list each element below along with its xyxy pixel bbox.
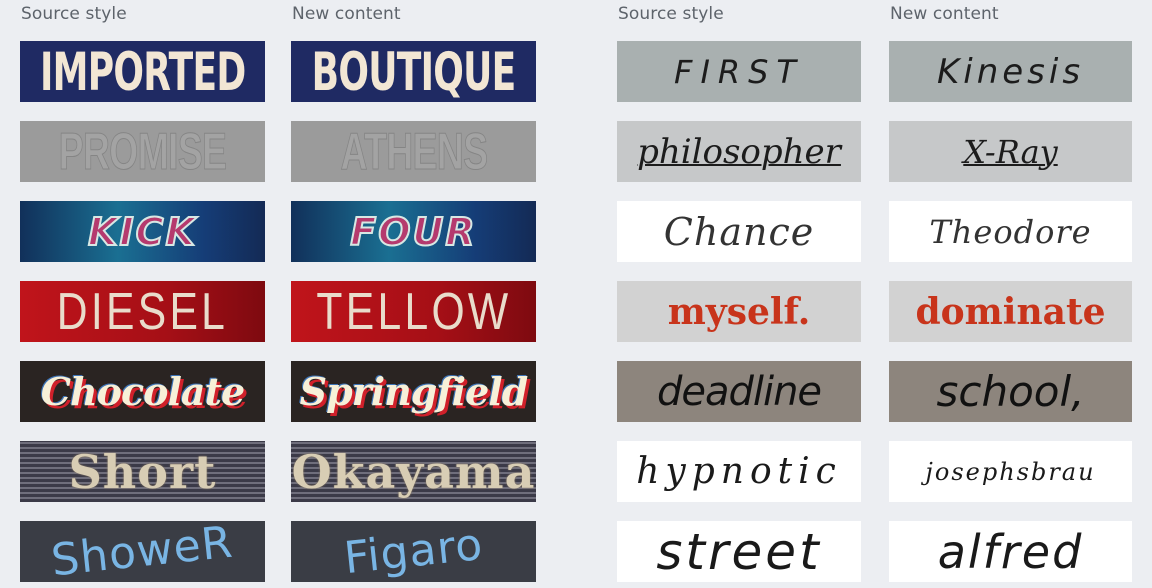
sample-image: PROMISE: [20, 121, 265, 182]
sample-image: Short: [20, 441, 265, 502]
generated-text: X-Ray: [963, 132, 1058, 171]
sample-image: myself.: [617, 281, 861, 342]
sample-image: FIRST: [617, 41, 861, 102]
sample-image: philosopher: [617, 121, 861, 182]
sample-text: DIESEL: [56, 282, 229, 341]
left-source-header: Source style: [21, 4, 127, 24]
generated-text: dominate: [915, 290, 1106, 333]
right-new-header: New content: [890, 4, 999, 24]
sample-text: deadline: [656, 368, 822, 415]
generated-image: josephsbrau: [889, 441, 1132, 502]
sample-image: ShoweR: [20, 521, 265, 582]
sample-text: FIRST: [674, 52, 804, 91]
generated-text: Okayama: [291, 444, 536, 499]
generated-image: alfred: [889, 521, 1132, 582]
generated-text: FOUR: [349, 209, 477, 254]
sample-image: street: [617, 521, 861, 582]
sample-text: ShoweR: [49, 521, 236, 582]
sample-image: hypnotic: [617, 441, 861, 502]
sample-text: IMPORTED: [39, 41, 246, 102]
generated-image: X-Ray: [889, 121, 1132, 182]
generated-text: TELLOW: [315, 282, 512, 341]
generated-image: Figaro: [291, 521, 536, 582]
generated-text: alfred: [937, 524, 1084, 579]
sample-text: hypnotic: [636, 450, 842, 492]
sample-image: DIESEL: [20, 281, 265, 342]
sample-image: Chocolate: [20, 361, 265, 422]
sample-text: Chocolate: [40, 368, 245, 414]
sample-text: philosopher: [637, 131, 841, 172]
generated-text: BOUTIQUE: [311, 41, 517, 102]
sample-text: Short: [68, 444, 217, 499]
sample-text: street: [656, 522, 822, 581]
sample-text: KICK: [87, 209, 197, 254]
generated-image: TELLOW: [291, 281, 536, 342]
generated-image: ATHENS: [291, 121, 536, 182]
generated-image: Springfield: [291, 361, 536, 422]
generated-text: ATHENS: [340, 122, 488, 181]
sample-text: myself.: [667, 290, 811, 333]
sample-text: Chance: [663, 209, 815, 254]
generated-text: Figaro: [341, 521, 486, 582]
sample-image: KICK: [20, 201, 265, 262]
generated-image: school,: [889, 361, 1132, 422]
generated-text: school,: [936, 366, 1085, 416]
sample-text: PROMISE: [58, 122, 227, 181]
generated-text: Theodore: [929, 212, 1092, 251]
sample-image: deadline: [617, 361, 861, 422]
generated-image: dominate: [889, 281, 1132, 342]
generated-text: Springfield: [299, 368, 529, 414]
left-new-header: New content: [292, 4, 401, 24]
generated-text: josephsbrau: [925, 457, 1096, 486]
sample-image: Chance: [617, 201, 861, 262]
generated-image: Theodore: [889, 201, 1132, 262]
sample-image: IMPORTED: [20, 41, 265, 102]
generated-image: BOUTIQUE: [291, 41, 536, 102]
generated-image: Okayama: [291, 441, 536, 502]
generated-image: FOUR: [291, 201, 536, 262]
generated-image: Kinesis: [889, 41, 1132, 102]
right-source-header: Source style: [618, 4, 724, 24]
generated-text: Kinesis: [936, 51, 1085, 92]
